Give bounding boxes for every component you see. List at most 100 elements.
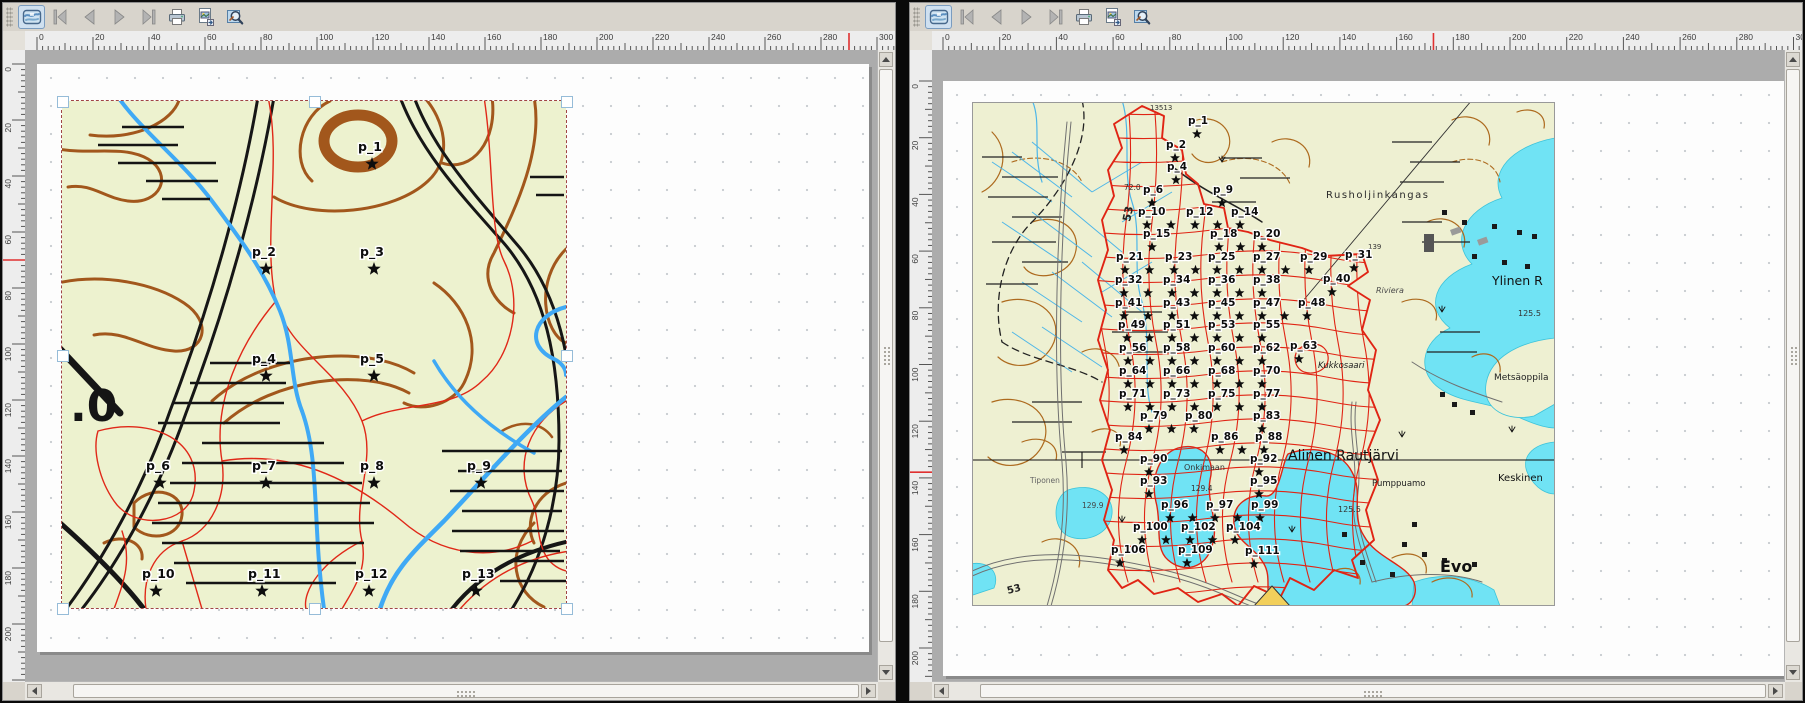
selection-handle[interactable] [57,603,69,615]
horizontal-scroll-thumb[interactable] [980,684,1766,698]
scroll-down-button[interactable] [1786,665,1800,680]
previous-arrow-icon [987,7,1007,27]
sample-point-label: p_3 [360,244,384,260]
sample-point-label: p_6 [1143,184,1163,196]
print-button[interactable] [1070,5,1097,29]
sample-point-label: p_34 [1163,274,1190,286]
sample-point-label: p_2 [252,244,276,260]
export-image-icon [1103,7,1123,27]
go-next-button[interactable] [1012,5,1039,29]
vertical-ruler: 020406080100120140160180200 [910,50,933,682]
composition-canvas[interactable]: .0p_1p_2p_3p_4p_5p_6p_7p_8p_9p_10p_11p_1… [25,50,878,682]
toolbar-handle-icon[interactable] [913,7,920,27]
sample-point-label: p_97 [1206,499,1233,511]
print-button[interactable] [163,5,190,29]
sample-point-label: p_73 [1163,388,1190,400]
last-arrow-icon [1045,7,1065,27]
ruler-corner [3,31,26,51]
map-icon [22,7,42,27]
svg-text:0: 0 [945,32,950,42]
zoom-settings-button[interactable] [1128,5,1155,29]
svg-text:60: 60 [1115,32,1125,42]
vertical-scrollbar[interactable] [1784,50,1802,682]
composer-map-button[interactable] [925,5,952,29]
svg-text:120: 120 [375,32,389,42]
map-text-label: 129.9 [1082,501,1104,510]
sample-point-label: p_45 [1208,297,1235,309]
sample-point-label: p_84 [1115,431,1142,443]
sample-point-label: p_49 [1118,319,1145,331]
selection-handle[interactable] [561,96,573,108]
vertical-scroll-thumb[interactable] [1786,69,1800,642]
horizontal-scroll-thumb[interactable] [73,684,859,698]
vertical-ruler: 020406080100120140160180200220 [3,50,26,682]
svg-text:80: 80 [1172,32,1182,42]
go-first-button[interactable] [954,5,981,29]
selection-handle[interactable] [561,603,573,615]
sample-point-label: p_71 [1119,388,1146,400]
selection-handle[interactable] [57,350,69,362]
export-image-button[interactable] [192,5,219,29]
sample-point-label: p_5 [360,351,384,367]
svg-text:180: 180 [1455,32,1469,42]
sample-point-label: p_4 [1167,161,1187,173]
composition-canvas[interactable]: 13513Rusholjinkangas72.053139RivieraYlin… [932,50,1785,682]
sample-point-label: p_96 [1161,499,1188,511]
go-previous-button[interactable] [983,5,1010,29]
scroll-up-button[interactable] [1786,52,1800,67]
go-first-button[interactable] [47,5,74,29]
svg-text:120: 120 [910,424,920,438]
sample-point-label: p_55 [1253,319,1280,331]
zoom-icon [225,7,245,27]
svg-text:140: 140 [431,32,445,42]
go-next-button[interactable] [105,5,132,29]
sample-point-label: p_15 [1143,228,1170,240]
selection-handle[interactable] [561,350,573,362]
printer-icon [1074,7,1094,27]
map-text-label: Tiponen [1029,476,1060,485]
sample-point-label: p_13 [462,566,495,582]
horizontal-scrollbar[interactable] [25,681,878,700]
map-text-label: .0 [70,381,117,432]
sample-point-label: p_9 [1213,184,1233,196]
composer-map-button[interactable] [18,5,45,29]
svg-text:180: 180 [543,32,557,42]
scroll-left-button[interactable] [27,684,42,698]
selection-handle[interactable] [309,96,321,108]
go-previous-button[interactable] [76,5,103,29]
map-item[interactable]: .0p_1p_2p_3p_4p_5p_6p_7p_8p_9p_10p_11p_1… [62,101,566,608]
selection-handle[interactable] [309,603,321,615]
map-icon [929,7,949,27]
sample-point-label: p_1 [1188,115,1208,127]
sample-point-label: p_99 [1251,499,1278,511]
sample-point-label: p_11 [248,566,281,582]
first-arrow-icon [51,7,71,27]
toolbar-handle-icon[interactable] [6,7,13,27]
scroll-up-button[interactable] [879,52,893,67]
go-last-button[interactable] [134,5,161,29]
selection-handle[interactable] [57,96,69,108]
svg-text:200: 200 [1512,32,1526,42]
svg-text:160: 160 [910,537,920,551]
sample-point-label: p_109 [1178,544,1213,556]
horizontal-scrollbar[interactable] [932,681,1785,700]
sample-point-label: p_12 [355,566,388,582]
go-last-button[interactable] [1041,5,1068,29]
zoom-settings-button[interactable] [221,5,248,29]
sample-point-label: p_40 [1323,273,1350,285]
scroll-left-button[interactable] [934,684,949,698]
vertical-scrollbar[interactable] [877,50,895,682]
svg-text:100: 100 [3,347,13,361]
export-image-button[interactable] [1099,5,1126,29]
svg-text:160: 160 [3,515,13,529]
vertical-scroll-thumb[interactable] [879,69,893,642]
scroll-down-button[interactable] [879,665,893,680]
scroll-right-button[interactable] [861,684,876,698]
sample-point-label: p_83 [1253,410,1280,422]
svg-text:20: 20 [3,123,13,133]
sample-point-label: p_77 [1253,388,1280,400]
scroll-right-button[interactable] [1768,684,1783,698]
svg-text:220: 220 [1569,32,1583,42]
map-item[interactable]: 13513Rusholjinkangas72.053139RivieraYlin… [972,102,1555,606]
svg-text:300: 300 [879,32,893,42]
